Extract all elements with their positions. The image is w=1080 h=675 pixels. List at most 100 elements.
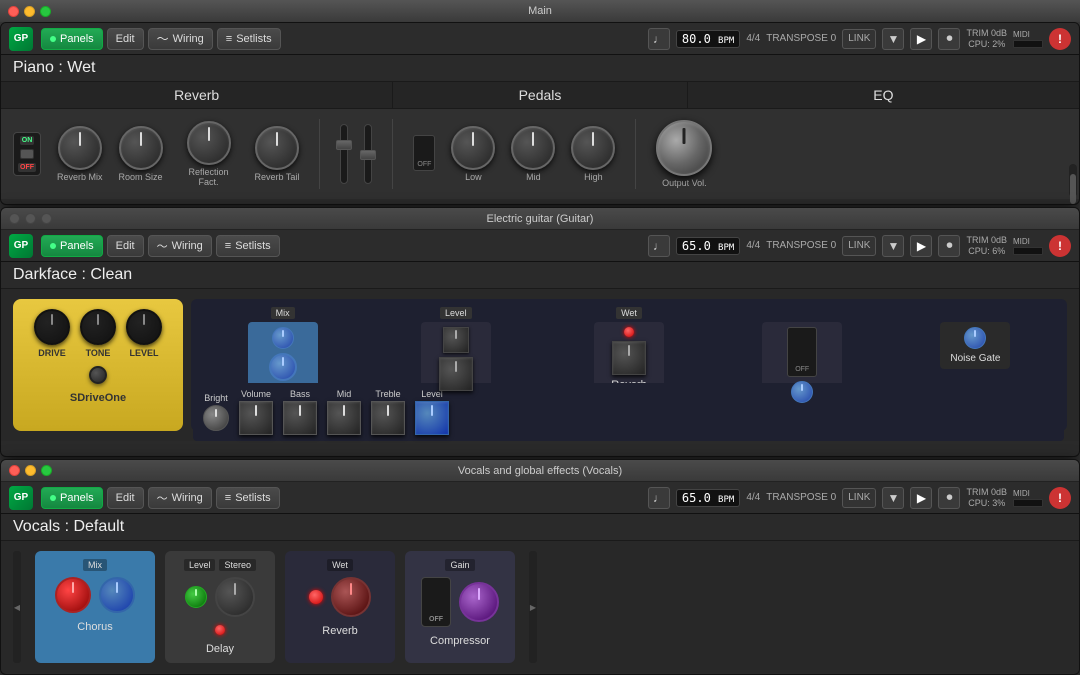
vocals-max[interactable] (41, 465, 52, 476)
vocals-reverb-led[interactable] (309, 590, 323, 604)
guitar-bpm[interactable]: 65.0 BPM (676, 237, 740, 255)
fader-thumb-2[interactable] (360, 150, 376, 160)
bpm-display[interactable]: 80.0 BPM (676, 30, 740, 48)
fader-thumb-1[interactable] (336, 140, 352, 150)
noise-gate-name: Noise Gate (950, 353, 1000, 364)
vocals-delay-name: Delay (206, 643, 234, 655)
vocals-close[interactable] (9, 465, 20, 476)
fader-track-1[interactable] (340, 124, 348, 184)
comp-gain-knob[interactable] (459, 582, 499, 622)
vocals-scroll-right[interactable]: ▶ (529, 551, 537, 663)
treble-knob[interactable] (371, 401, 405, 435)
reverb-mix-knob[interactable] (58, 126, 102, 170)
vocals-play-btn[interactable]: ▶ (910, 487, 932, 509)
level-knob[interactable] (126, 309, 162, 345)
play-button[interactable]: ▶ (910, 28, 932, 50)
room-size-knob[interactable] (119, 126, 163, 170)
output-vol-knob[interactable] (656, 120, 712, 176)
vocals-toolbar-right: ♩ 65.0 BPM 4/4 TRANSPOSE 0 LINK ▼ ▶ ⏺ TR… (648, 487, 1071, 509)
low-knob[interactable] (451, 126, 495, 170)
close-button[interactable] (8, 6, 19, 17)
guitar-panels-btn[interactable]: Panels (41, 235, 103, 257)
bass-indicator (299, 405, 301, 416)
reverb-led[interactable] (624, 327, 634, 337)
global-eq-switch[interactable]: OFF (787, 327, 817, 377)
vocals-delay-green-knob[interactable] (185, 586, 207, 608)
guitar-link-btn[interactable]: LINK (842, 236, 876, 256)
reverb-section-header: Reverb (1, 82, 393, 108)
guitar-transpose: TRANSPOSE 0 (766, 240, 836, 251)
vocals-wiring-btn[interactable]: 〜 Wiring (148, 487, 212, 509)
high-knob[interactable] (571, 126, 615, 170)
delay-main-knob[interactable] (439, 357, 473, 391)
dropdown-button[interactable]: ▼ (882, 28, 904, 50)
vocals-metro-btn[interactable]: ♩ (648, 487, 670, 509)
vocals-alert-btn[interactable]: ! (1049, 487, 1071, 509)
reverb-tail-knob[interactable] (255, 126, 299, 170)
vocals-panels-btn[interactable]: Panels (41, 487, 103, 509)
vocals-edit-btn[interactable]: Edit (107, 487, 144, 509)
vocals-link-btn[interactable]: LINK (842, 488, 876, 508)
vocals-cpu: TRIM 0dB CPU: 3% (966, 487, 1007, 509)
link-button[interactable]: LINK (842, 29, 876, 49)
sdrive-footswitch[interactable] (89, 366, 107, 384)
guitar-wiring-btn[interactable]: 〜 Wiring (148, 235, 212, 257)
vocals-reverb-knob[interactable] (331, 577, 371, 617)
metronome-button[interactable]: ♩ (648, 28, 670, 50)
wiring-button[interactable]: 〜 Wiring (148, 28, 213, 50)
vocals-dropdown[interactable]: ▼ (882, 487, 904, 509)
mid-knob[interactable] (511, 126, 555, 170)
vocals-record-btn[interactable]: ⏺ (938, 487, 960, 509)
vocals-setlists-btn[interactable]: ≡ Setlists (216, 487, 280, 509)
guitar-alert-btn[interactable]: ! (1049, 235, 1071, 257)
guitar-play-btn[interactable]: ▶ (910, 235, 932, 257)
record-button[interactable]: ⏺ (938, 28, 960, 50)
guitar-setlists-btn[interactable]: ≡ Setlists (216, 235, 280, 257)
vocals-reverb-wet-tag: Wet (327, 559, 353, 571)
setlists-button[interactable]: ≡ Setlists (217, 28, 281, 50)
reverb-main-knob[interactable] (612, 341, 646, 375)
vocals-min[interactable] (25, 465, 36, 476)
reverb-toggle[interactable]: ON OFF (13, 132, 41, 176)
bright-knob[interactable] (203, 405, 229, 431)
vocals-toolbar: GP Panels Edit 〜 Wiring ≡ Setlists ♩ 65.… (1, 482, 1079, 514)
vocals-delay-led[interactable] (215, 625, 225, 635)
guitar-record-btn[interactable]: ⏺ (938, 235, 960, 257)
amp-level-knob[interactable] (415, 401, 449, 435)
bright-knob-indicator (215, 409, 217, 417)
effect-rack: Bright Volume Bass (191, 299, 1067, 431)
vocals-bpm[interactable]: 65.0 BPM (676, 489, 740, 507)
reflection-knob[interactable] (187, 121, 231, 165)
maximize-button[interactable] (40, 6, 51, 17)
guitar-max[interactable] (41, 213, 52, 224)
drive-knob[interactable] (34, 309, 70, 345)
bass-knob[interactable] (283, 401, 317, 435)
chorus-sm-knob[interactable] (272, 327, 294, 349)
vocals-scroll-left[interactable]: ◀ (13, 551, 21, 663)
fader-track-2[interactable] (364, 124, 372, 184)
minimize-button[interactable] (24, 6, 35, 17)
vocals-window-title: Vocals and global effects (Vocals) (458, 465, 622, 477)
tone-knob[interactable] (80, 309, 116, 345)
vocals-delay-dark-knob[interactable] (215, 577, 255, 617)
alert-button[interactable]: ! (1049, 28, 1071, 50)
edit-button[interactable]: Edit (107, 28, 144, 50)
noise-gate-knob[interactable] (964, 327, 986, 349)
comp-toggle-switch[interactable]: OFF (421, 577, 451, 627)
mid-amp-knob[interactable] (327, 401, 361, 435)
vocals-chorus-blue-knob[interactable] (99, 577, 135, 613)
guitar-dropdown[interactable]: ▼ (882, 235, 904, 257)
eq-toggle[interactable]: OFF (413, 135, 435, 171)
chorus-main-knob[interactable] (269, 353, 297, 381)
mid-amp-group: Mid (327, 389, 361, 435)
piano-scrollbar[interactable] (1069, 164, 1077, 197)
guitar-min[interactable] (25, 213, 36, 224)
guitar-metro-btn[interactable]: ♩ (648, 235, 670, 257)
guitar-edit-btn[interactable]: Edit (107, 235, 144, 257)
volume-knob[interactable] (239, 401, 273, 435)
guitar-close[interactable] (9, 213, 20, 224)
low-eq-group: Low (451, 126, 495, 182)
panels-button[interactable]: Panels (41, 28, 103, 50)
vocals-chorus-red-knob[interactable] (55, 577, 91, 613)
delay-sm-knob[interactable] (443, 327, 469, 353)
